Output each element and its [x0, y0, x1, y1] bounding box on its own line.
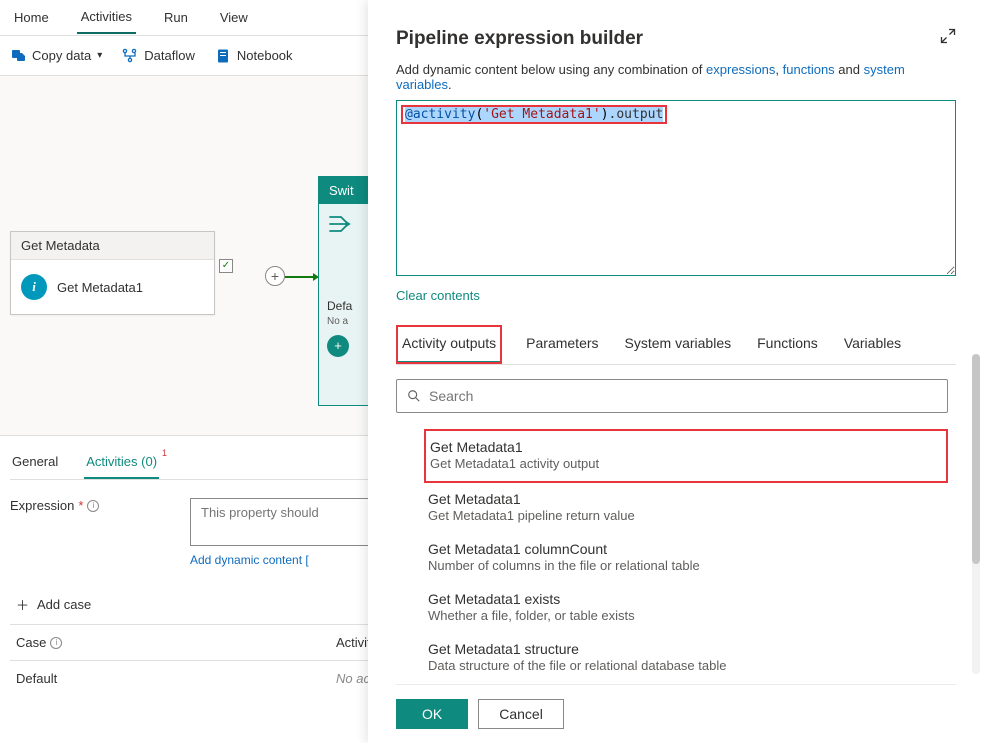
add-case-label: Add case — [37, 597, 91, 612]
copy-data-label: Copy data — [32, 48, 91, 63]
notebook-label: Notebook — [237, 48, 293, 63]
output-subtitle: Whether a file, folder, or table exists — [428, 608, 944, 623]
expression-label: Expression — [10, 498, 74, 513]
panel-description: Add dynamic content below using any comb… — [396, 62, 956, 92]
expressions-link[interactable]: expressions — [706, 62, 775, 77]
expression-text-highlighted: @activity('Get Metadata1').output — [401, 105, 667, 124]
output-subtitle: Number of columns in the file or relatio… — [428, 558, 944, 573]
switch-add-icon[interactable]: + — [327, 335, 349, 357]
output-title: Get Metadata1 — [430, 439, 942, 455]
output-item-exists[interactable]: Get Metadata1 exists Whether a file, fol… — [424, 583, 948, 633]
panel-title: Pipeline expression builder — [396, 28, 643, 50]
switch-icon — [327, 212, 355, 236]
case-header: Case — [16, 635, 46, 650]
scrollbar[interactable] — [972, 354, 980, 674]
tab-activities-label: Activities (0) — [86, 454, 157, 469]
output-title: Get Metadata1 exists — [428, 591, 944, 607]
copy-data-button[interactable]: Copy data ▾ — [10, 48, 102, 64]
activity-outputs-list: Get Metadata1 Get Metadata1 activity out… — [396, 429, 948, 674]
output-subtitle: Data structure of the file or relational… — [428, 658, 944, 673]
clear-contents-link[interactable]: Clear contents — [396, 288, 956, 303]
tab-activities-bottom[interactable]: Activities (0) 1 — [84, 446, 159, 479]
output-title: Get Metadata1 — [428, 491, 944, 507]
info-icon[interactable]: i — [87, 500, 99, 512]
tab-system-variables[interactable]: System variables — [623, 325, 734, 364]
notebook-icon — [215, 48, 231, 64]
plus-icon: ＋ — [16, 595, 29, 614]
tab-activity-outputs[interactable]: Activity outputs — [396, 325, 502, 364]
tab-home[interactable]: Home — [10, 2, 53, 33]
default-case-label: Default — [16, 671, 336, 686]
output-subtitle: Get Metadata1 pipeline return value — [428, 508, 944, 523]
notebook-button[interactable]: Notebook — [215, 48, 293, 64]
dataflow-label: Dataflow — [144, 48, 195, 63]
tab-functions[interactable]: Functions — [755, 325, 820, 364]
copy-data-icon — [10, 48, 26, 64]
tab-run[interactable]: Run — [160, 2, 192, 33]
expand-icon[interactable] — [940, 28, 956, 49]
dataflow-button[interactable]: Dataflow — [122, 48, 195, 64]
tab-activities[interactable]: Activities — [77, 1, 136, 34]
switch-default-label: Defa — [327, 299, 369, 313]
dataflow-icon — [122, 48, 138, 64]
tab-parameters[interactable]: Parameters — [524, 325, 600, 364]
expression-builder-panel: Pipeline expression builder Add dynamic … — [368, 0, 984, 743]
info-icon[interactable]: i — [50, 637, 62, 649]
output-title: Get Metadata1 structure — [428, 641, 944, 657]
required-asterisk: * — [78, 498, 83, 513]
activity-type-header: Get Metadata — [11, 232, 214, 260]
output-item-pipeline-return[interactable]: Get Metadata1 Get Metadata1 pipeline ret… — [424, 483, 948, 533]
tab-variables[interactable]: Variables — [842, 325, 903, 364]
tab-general[interactable]: General — [10, 446, 60, 479]
search-input[interactable] — [429, 388, 937, 404]
expression-editor[interactable]: @activity('Get Metadata1').output — [396, 100, 956, 276]
output-item-columncount[interactable]: Get Metadata1 columnCount Number of colu… — [424, 533, 948, 583]
search-box[interactable] — [396, 379, 948, 413]
ok-button[interactable]: OK — [396, 699, 468, 729]
add-activity-plus[interactable]: + — [265, 266, 285, 286]
chevron-down-icon: ▾ — [97, 50, 102, 61]
output-subtitle: Get Metadata1 activity output — [430, 456, 942, 471]
output-title: Get Metadata1 columnCount — [428, 541, 944, 557]
search-icon — [407, 389, 421, 403]
success-port[interactable]: ✓ — [219, 259, 233, 273]
connector-arrow — [285, 276, 315, 278]
cancel-button[interactable]: Cancel — [478, 699, 564, 729]
functions-link[interactable]: functions — [783, 62, 835, 77]
output-item-activity-output[interactable]: Get Metadata1 Get Metadata1 activity out… — [424, 429, 948, 483]
info-icon: i — [21, 274, 47, 300]
error-badge: 1 — [162, 448, 167, 458]
output-item-structure[interactable]: Get Metadata1 structure Data structure o… — [424, 633, 948, 674]
activity-name: Get Metadata1 — [57, 280, 143, 295]
switch-noactivity: No a — [327, 316, 348, 327]
tab-view[interactable]: View — [216, 2, 252, 33]
get-metadata-activity[interactable]: Get Metadata i Get Metadata1 — [10, 231, 215, 315]
add-dynamic-content-link[interactable]: Add dynamic content [ — [190, 553, 309, 567]
scrollbar-thumb[interactable] — [972, 354, 980, 564]
